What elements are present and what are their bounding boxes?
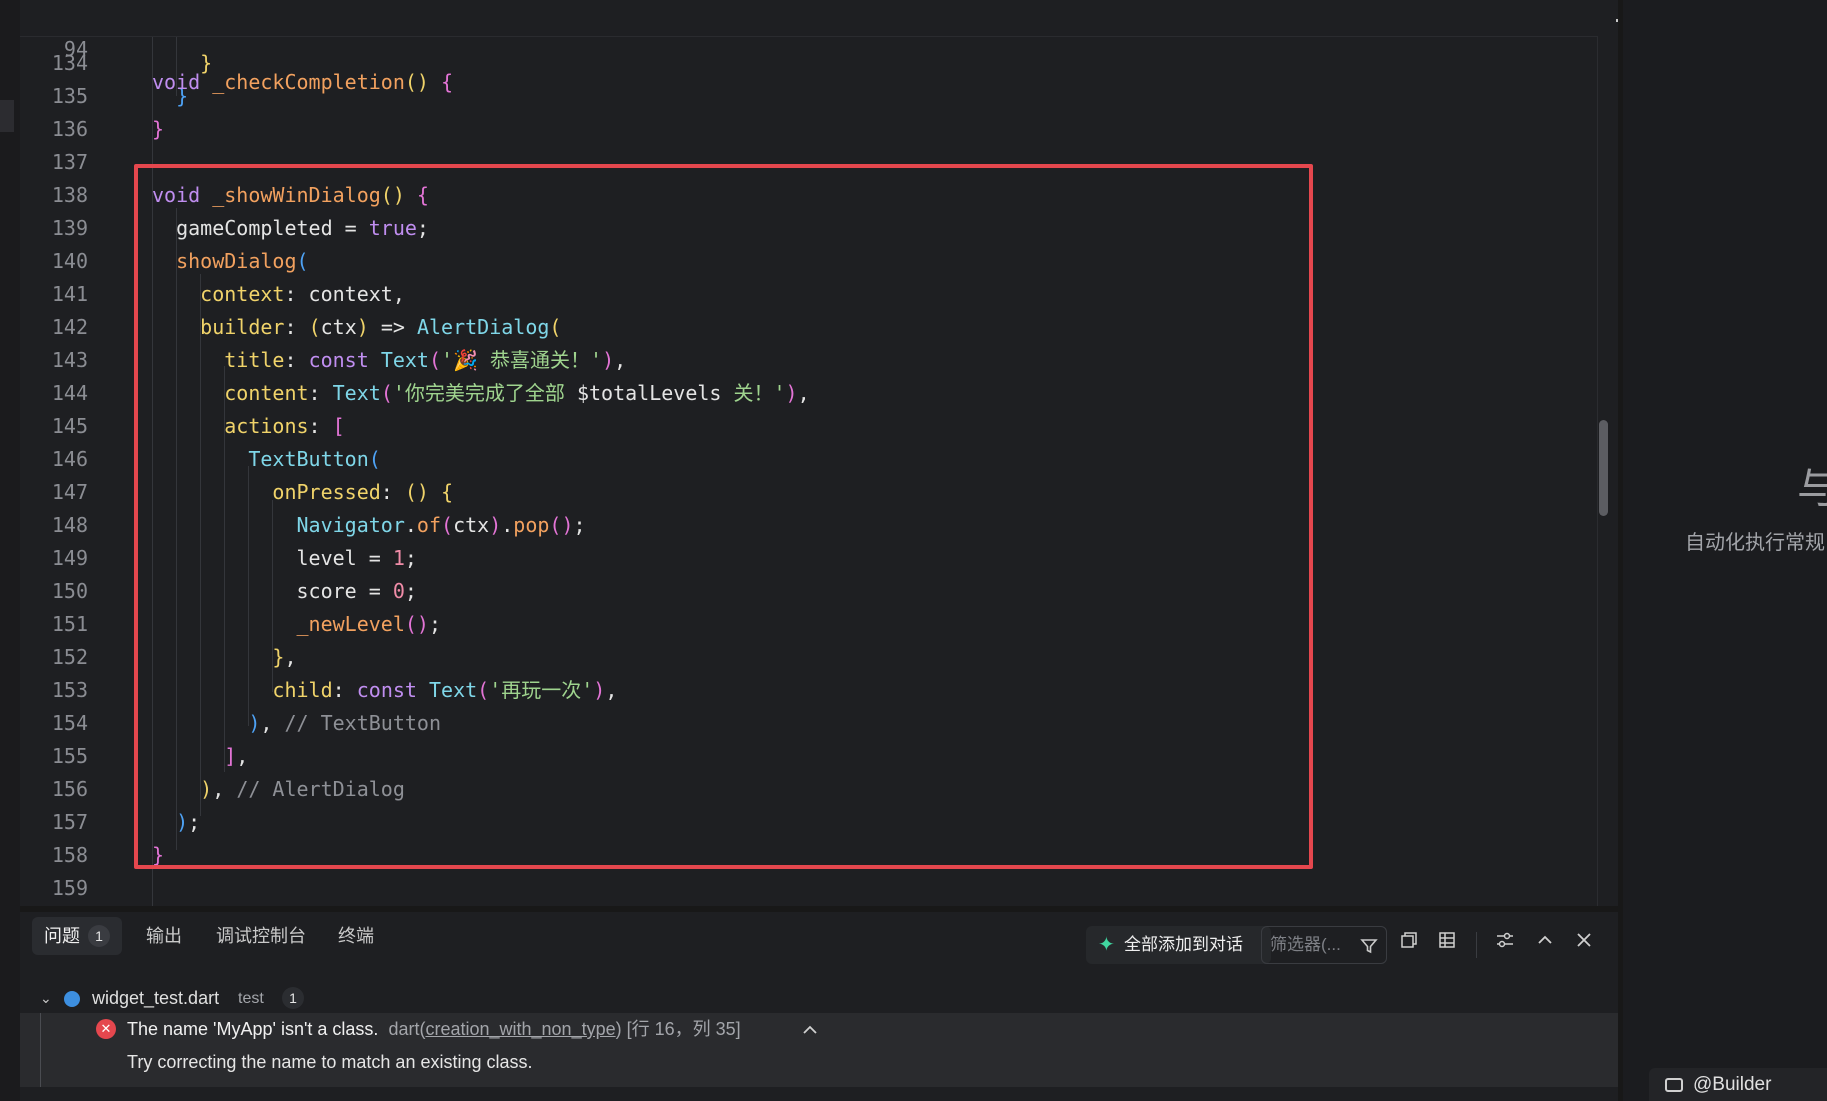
code-token: void (152, 70, 213, 94)
welcome-subtitle: 自动化执行常规 (1685, 532, 1825, 554)
table-view-icon[interactable] (1434, 928, 1460, 958)
line-number: 94 (63, 37, 88, 61)
line-number: 141 (51, 282, 88, 306)
tab-label: 问题 (44, 926, 80, 946)
builder-icon (1665, 1078, 1683, 1092)
chevron-up-icon[interactable] (1532, 928, 1558, 958)
code-token: _checkCompletion (212, 70, 405, 94)
builder-name[interactable]: @Builder (1693, 1074, 1771, 1096)
line-number: 146 (51, 447, 88, 471)
sparkle-icon: ✦ (1098, 934, 1115, 956)
line-number: 151 (51, 612, 88, 636)
close-icon[interactable] (1571, 928, 1597, 958)
problem-location: [行 16，列 35] (626, 1019, 741, 1039)
line-number: 152 (51, 645, 88, 669)
line-number: 142 (51, 315, 88, 339)
folder-name: test (238, 990, 264, 1007)
file-name: widget_test.dart (92, 988, 220, 1008)
line-number: 158 (51, 843, 88, 867)
problem-message: The name 'MyApp' isn't a class. (127, 1019, 379, 1039)
highlight-box (134, 164, 1313, 869)
button-label: 全部添加到对话 (1124, 935, 1243, 954)
problem-message-line: The name 'MyApp' isn't a class. dart(cre… (127, 1019, 741, 1039)
line-number: 148 (51, 513, 88, 537)
tree-guide (40, 1013, 41, 1087)
problem-file-node[interactable]: ⌄ widget_test.dart test 1 (20, 982, 1618, 1015)
code-token: { (441, 70, 454, 94)
line-number: 147 (51, 480, 88, 504)
editor-scrollbar-thumb[interactable] (1599, 420, 1608, 516)
tab-terminal[interactable]: 终端 (338, 917, 374, 955)
minimap-collapse-icon[interactable] (1616, 19, 1618, 22)
problem-count-badge: 1 (88, 925, 110, 948)
line-number: 149 (51, 546, 88, 570)
welcome-glyph: 与 (1797, 465, 1827, 512)
problem-hint: Try correcting the name to match an exis… (127, 1052, 533, 1072)
line-number: 138 (51, 183, 88, 207)
tab-debug-console[interactable]: 调试控制台 (216, 917, 306, 955)
add-all-to-chat-button[interactable]: ✦ 全部添加到对话 (1086, 926, 1271, 964)
line-number: 144 (51, 381, 88, 405)
line-number: 156 (51, 777, 88, 801)
copy-icon[interactable] (1396, 928, 1422, 958)
line-code: } (152, 113, 164, 146)
activity-bar (0, 0, 20, 1101)
line-number: 150 (51, 579, 88, 603)
line-number: 145 (51, 414, 88, 438)
sticky-line[interactable]: 94 void _checkCompletion() { (20, 0, 1598, 94)
line-number: 159 (51, 876, 88, 900)
code-token: () (404, 70, 441, 94)
code-editor[interactable]: 94 void _checkCompletion() { 133 }); // … (20, 0, 1618, 906)
line-number: 154 (51, 711, 88, 735)
filter-input[interactable]: 筛选器(... (1261, 926, 1387, 964)
code-token: } (152, 117, 165, 141)
error-icon: ✕ (96, 1019, 116, 1039)
toolbar-divider (1476, 932, 1477, 958)
line-number: 137 (51, 150, 88, 174)
tab-problems[interactable]: 问题 1 (32, 917, 122, 955)
bottom-panel: 问题 1 输出 调试控制台 终端 ✦ 全部添加到对话 筛选器(... ⌄ widg… (20, 912, 1618, 1101)
problem-code-link[interactable]: creation_with_non_type (425, 1019, 615, 1039)
chevron-down-icon[interactable]: ⌄ (40, 982, 52, 1015)
problem-item[interactable]: ✕ The name 'MyApp' isn't a class. dart(c… (20, 1013, 1618, 1087)
filter-icon[interactable] (1360, 927, 1378, 963)
filter-placeholder: 筛选器(... (1270, 935, 1341, 954)
assistant-side-panel: 与 自动化执行常规 @Builder (1623, 0, 1827, 1101)
line-code: void _checkCompletion() { (152, 66, 453, 99)
tab-output[interactable]: 输出 (146, 917, 182, 955)
line-number: 155 (51, 744, 88, 768)
line-number: 140 (51, 249, 88, 273)
file-problem-count: 1 (282, 987, 304, 1009)
dart-file-icon (64, 991, 80, 1007)
problem-source: dart (388, 1019, 420, 1039)
chevron-up-icon[interactable] (802, 1013, 818, 1046)
sticky-scroll-header[interactable]: 94 void _checkCompletion() { (20, 0, 1598, 94)
settings-sliders-icon[interactable] (1492, 928, 1518, 958)
line-number: 157 (51, 810, 88, 834)
line-number: 153 (51, 678, 88, 702)
line-number: 139 (51, 216, 88, 240)
line-number: 143 (51, 348, 88, 372)
activity-indicator (0, 100, 14, 132)
